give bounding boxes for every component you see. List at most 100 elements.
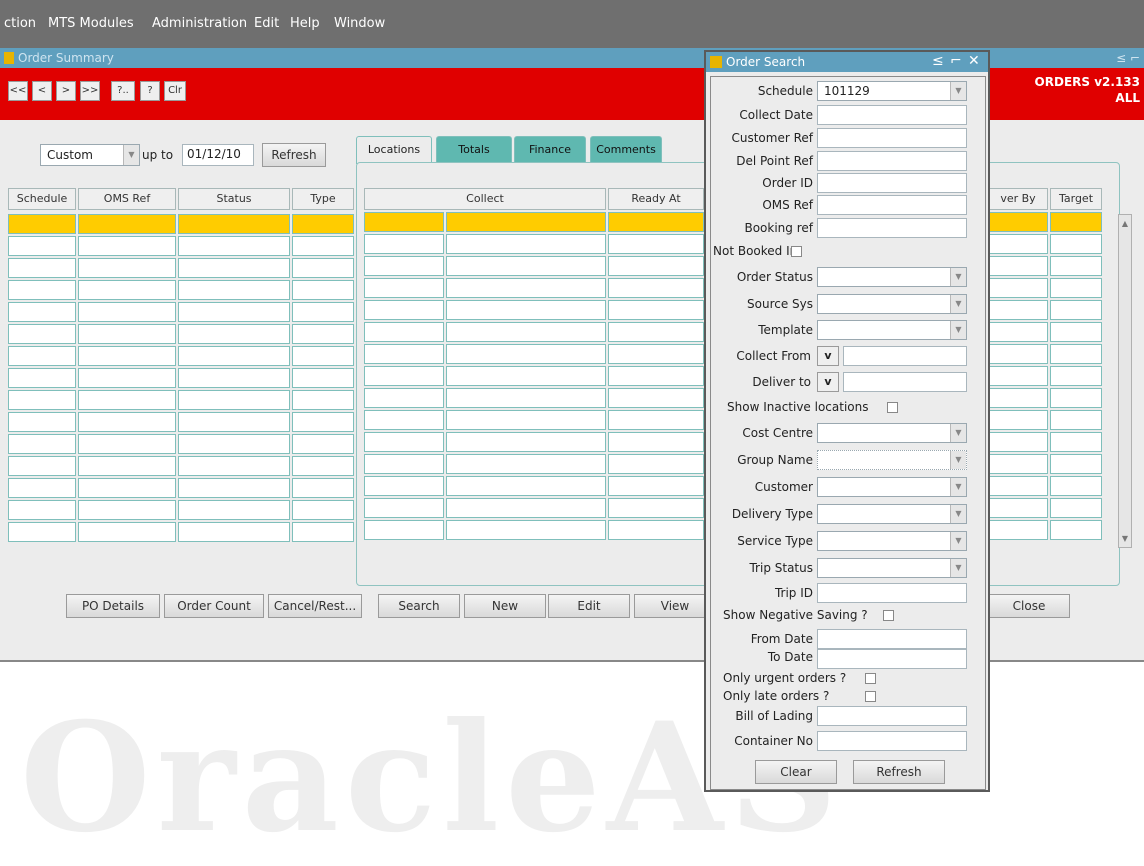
oms-ref-field[interactable]	[817, 195, 967, 215]
menu-help[interactable]: Help	[290, 16, 320, 31]
table-cell[interactable]	[78, 412, 176, 432]
refresh-button[interactable]: Refresh	[853, 760, 945, 784]
table-cell[interactable]	[988, 410, 1048, 430]
table-cell[interactable]	[446, 344, 606, 364]
chevron-down-icon[interactable]: ▼	[950, 505, 966, 523]
table-cell[interactable]	[1050, 520, 1102, 540]
table-cell[interactable]	[988, 344, 1048, 364]
up-to-date-field[interactable]: 01/12/10	[182, 144, 254, 166]
table-cell[interactable]	[1050, 234, 1102, 254]
table-cell[interactable]	[292, 280, 354, 300]
table-cell[interactable]	[364, 278, 444, 298]
po-details-button[interactable]: PO Details	[66, 594, 160, 618]
table-cell[interactable]	[446, 498, 606, 518]
table-cell[interactable]	[608, 388, 704, 408]
table-cell[interactable]	[446, 234, 606, 254]
chevron-down-icon[interactable]: ▼	[950, 82, 966, 100]
table-cell[interactable]	[988, 256, 1048, 276]
collect-from-lov-button[interactable]: v	[817, 346, 839, 366]
table-cell[interactable]	[364, 366, 444, 386]
table-cell[interactable]	[446, 256, 606, 276]
table-cell[interactable]	[608, 410, 704, 430]
table-cell[interactable]	[608, 322, 704, 342]
table-cell[interactable]	[446, 454, 606, 474]
table-cell[interactable]	[446, 212, 606, 232]
tab-finance[interactable]: Finance	[514, 136, 586, 164]
menu-action[interactable]: ction	[4, 16, 36, 31]
table-cell[interactable]	[364, 388, 444, 408]
table-cell[interactable]	[178, 434, 290, 454]
table-cell[interactable]	[178, 478, 290, 498]
table-cell[interactable]	[8, 390, 76, 410]
table-cell[interactable]	[364, 234, 444, 254]
table-cell[interactable]	[446, 476, 606, 496]
table-cell[interactable]	[364, 454, 444, 474]
table-cell[interactable]	[608, 212, 704, 232]
table-cell[interactable]	[364, 322, 444, 342]
source-sys-select[interactable]: ▼	[817, 294, 967, 314]
clear-button[interactable]: Clr	[164, 81, 186, 101]
range-mode-select[interactable]: Custom ▼	[40, 144, 140, 166]
table-cell[interactable]	[292, 346, 354, 366]
table-cell[interactable]	[292, 456, 354, 476]
del-point-ref-field[interactable]	[817, 151, 967, 171]
main-window-controls[interactable]: ≤ ⌐	[1116, 51, 1140, 65]
minimize-icon[interactable]: ≤	[932, 53, 944, 69]
table-cell[interactable]	[178, 302, 290, 322]
table-cell[interactable]	[292, 236, 354, 256]
table-cell[interactable]	[608, 300, 704, 320]
table-cell[interactable]	[78, 478, 176, 498]
show-inactive-checkbox[interactable]	[887, 402, 898, 413]
table-cell[interactable]	[1050, 212, 1102, 232]
order-id-field[interactable]	[817, 173, 967, 193]
table-cell[interactable]	[608, 476, 704, 496]
menu-mts-modules[interactable]: MTS Modules	[48, 16, 134, 31]
booking-ref-field[interactable]	[817, 218, 967, 238]
delivery-type-select[interactable]: ▼	[817, 504, 967, 524]
next-record-button[interactable]: >	[56, 81, 76, 101]
table-cell[interactable]	[178, 456, 290, 476]
table-cell[interactable]	[78, 434, 176, 454]
table-cell[interactable]	[78, 236, 176, 256]
maximize-icon[interactable]: ⌐	[950, 53, 962, 69]
table-cell[interactable]	[178, 522, 290, 542]
table-cell[interactable]	[446, 410, 606, 430]
service-type-select[interactable]: ▼	[817, 531, 967, 551]
table-cell[interactable]	[608, 344, 704, 364]
table-cell[interactable]	[364, 300, 444, 320]
table-cell[interactable]	[178, 500, 290, 520]
table-cell[interactable]	[608, 520, 704, 540]
table-cell[interactable]	[78, 324, 176, 344]
deliver-to-field[interactable]	[843, 372, 967, 392]
table-cell[interactable]	[178, 368, 290, 388]
table-cell[interactable]	[1050, 366, 1102, 386]
table-cell[interactable]	[292, 302, 354, 322]
table-cell[interactable]	[78, 500, 176, 520]
table-cell[interactable]	[446, 322, 606, 342]
customer-ref-field[interactable]	[817, 128, 967, 148]
chevron-down-icon[interactable]: ▼	[950, 478, 966, 496]
table-cell[interactable]	[1050, 322, 1102, 342]
table-cell[interactable]	[364, 256, 444, 276]
table-cell[interactable]	[8, 368, 76, 388]
close-button[interactable]: Close	[988, 594, 1070, 618]
table-cell[interactable]	[446, 388, 606, 408]
table-cell[interactable]	[988, 322, 1048, 342]
table-cell[interactable]	[364, 520, 444, 540]
table-cell[interactable]	[8, 258, 76, 278]
trip-id-field[interactable]	[817, 583, 967, 603]
prev-record-button[interactable]: <	[32, 81, 52, 101]
table-cell[interactable]	[78, 368, 176, 388]
table-cell[interactable]	[988, 388, 1048, 408]
table-cell[interactable]	[8, 412, 76, 432]
table-cell[interactable]	[178, 346, 290, 366]
table-cell[interactable]	[608, 498, 704, 518]
close-icon[interactable]: ✕	[968, 53, 980, 69]
table-cell[interactable]	[78, 390, 176, 410]
table-cell[interactable]	[364, 410, 444, 430]
table-cell[interactable]	[608, 432, 704, 452]
table-cell[interactable]	[178, 258, 290, 278]
table-cell[interactable]	[608, 278, 704, 298]
table-cell[interactable]	[292, 412, 354, 432]
table-cell[interactable]	[78, 280, 176, 300]
